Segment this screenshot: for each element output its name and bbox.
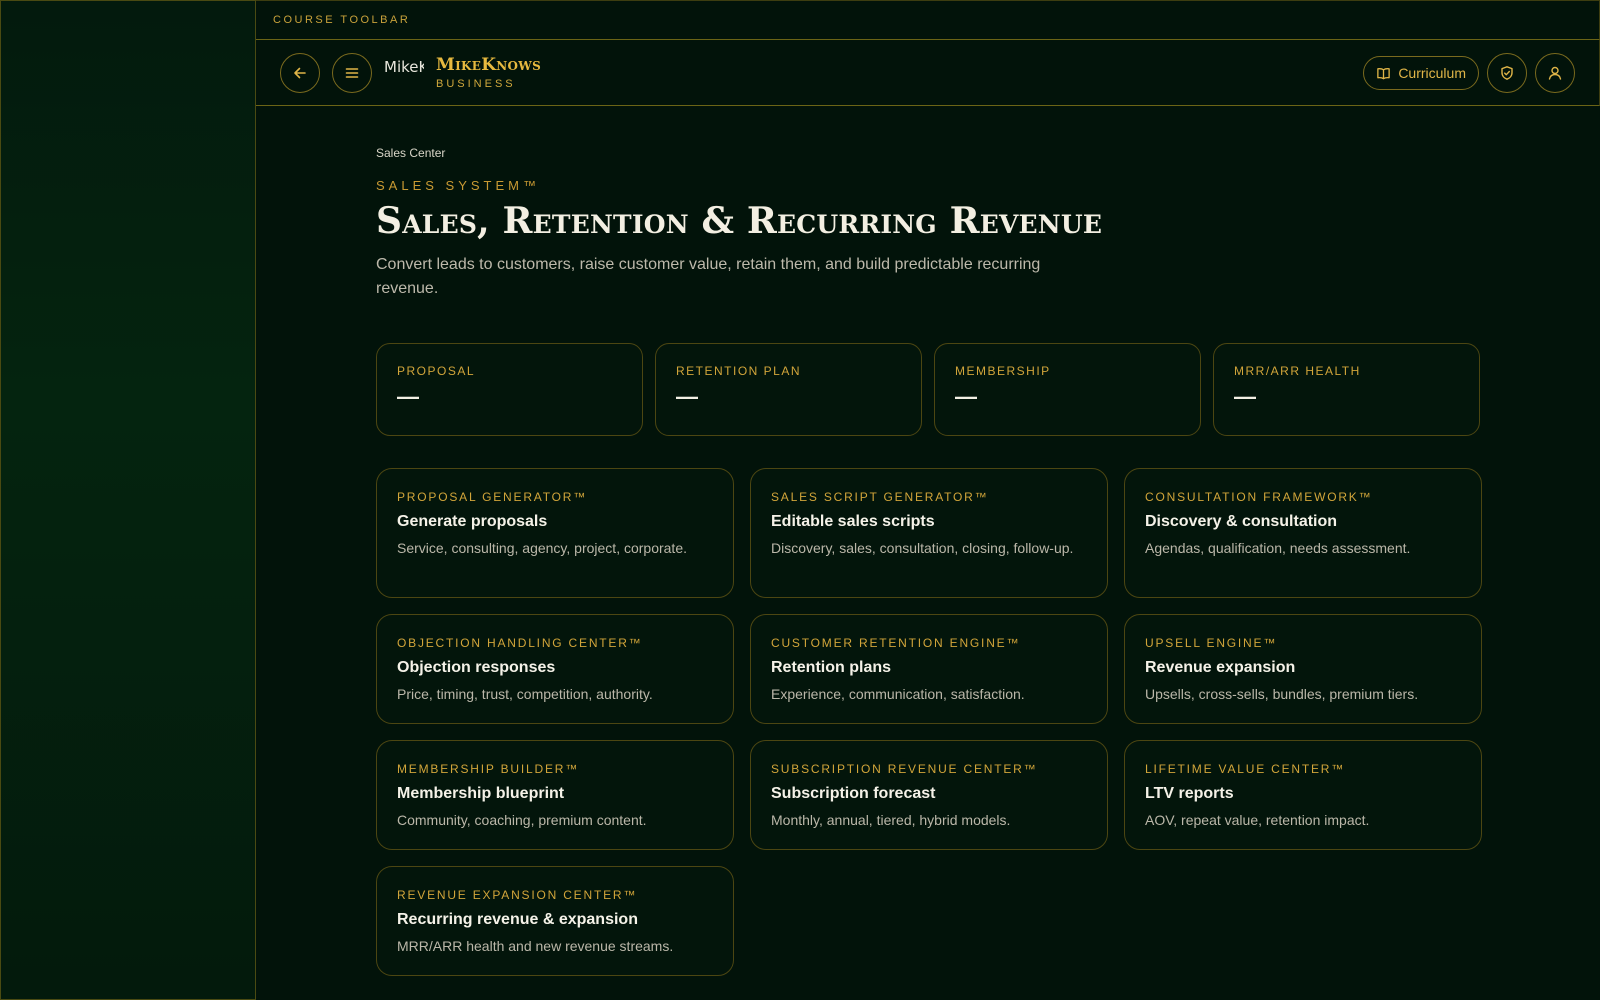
tool-eyebrow: PROPOSAL GENERATOR™ xyxy=(397,490,588,504)
stat-label: MEMBERSHIP xyxy=(955,364,1051,378)
tool-description: Experience, communication, satisfaction. xyxy=(771,686,1025,702)
tool-card-customer-retention-engine[interactable]: CUSTOMER RETENTION ENGINE™ Retention pla… xyxy=(750,614,1108,724)
tool-eyebrow: UPSELL ENGINE™ xyxy=(1145,636,1278,650)
tool-eyebrow: CONSULTATION FRAMEWORK™ xyxy=(1145,490,1373,504)
tool-card-objection-handling-center[interactable]: OBJECTION HANDLING CENTER™ Objection res… xyxy=(376,614,734,724)
stat-card-membership: MEMBERSHIP — xyxy=(934,343,1201,436)
tool-description: Service, consulting, agency, project, co… xyxy=(397,540,688,556)
tool-title: Membership blueprint xyxy=(397,785,565,802)
security-button[interactable] xyxy=(1487,53,1527,93)
stat-value: — xyxy=(397,384,419,409)
sidebar xyxy=(0,0,256,1000)
page-content: Sales Center SALES SYSTEM™ Sales, Retent… xyxy=(376,146,1482,976)
curriculum-button[interactable]: Curriculum xyxy=(1363,56,1479,90)
shield-check-icon xyxy=(1501,66,1513,80)
tool-eyebrow: CUSTOMER RETENTION ENGINE™ xyxy=(771,636,1021,650)
account-button[interactable] xyxy=(1535,53,1575,93)
header-actions: Curriculum xyxy=(1363,53,1575,93)
course-toolbar: COURSE TOOLBAR xyxy=(256,0,1600,40)
tool-description: Discovery, sales, consultation, closing,… xyxy=(771,540,1074,556)
page-eyebrow: SALES SYSTEM™ xyxy=(376,178,540,193)
stat-value: — xyxy=(1234,384,1256,409)
tool-description: Community, coaching, premium content. xyxy=(397,812,647,828)
tool-description: Upsells, cross-sells, bundles, premium t… xyxy=(1145,686,1419,702)
main-area: COURSE TOOLBAR MikeKnows MikeKnows BUSIN… xyxy=(256,0,1600,1000)
tool-title: Retention plans xyxy=(771,659,892,676)
page-description: Convert leads to customers, raise custom… xyxy=(376,256,1041,297)
stat-card-proposal: PROPOSAL — xyxy=(376,343,643,436)
stat-card-retention-plan: RETENTION PLAN — xyxy=(655,343,922,436)
tool-title: Recurring revenue & expansion xyxy=(397,911,638,928)
back-button[interactable] xyxy=(280,52,320,93)
tool-eyebrow: OBJECTION HANDLING CENTER™ xyxy=(397,636,643,650)
user-icon xyxy=(1548,66,1562,80)
tool-description: AOV, repeat value, retention impact. xyxy=(1145,812,1370,828)
tool-card-sales-script-generator[interactable]: SALES SCRIPT GENERATOR™ Editable sales s… xyxy=(750,468,1108,598)
tool-title: Editable sales scripts xyxy=(771,513,935,530)
tool-card-lifetime-value-center[interactable]: LIFETIME VALUE CENTER™ LTV reports AOV, … xyxy=(1124,740,1482,850)
tool-eyebrow: REVENUE EXPANSION CENTER™ xyxy=(397,888,638,902)
book-icon xyxy=(1377,67,1391,79)
stat-label: PROPOSAL xyxy=(397,364,476,378)
tool-description: Agendas, qualification, needs assessment… xyxy=(1145,540,1411,556)
menu-button[interactable] xyxy=(332,52,372,93)
tool-description: Monthly, annual, tiered, hybrid models. xyxy=(771,812,1011,828)
tool-card-membership-builder[interactable]: MEMBERSHIP BUILDER™ Membership blueprint… xyxy=(376,740,734,850)
tool-card-subscription-revenue-center[interactable]: SUBSCRIPTION REVENUE CENTER™ Subscriptio… xyxy=(750,740,1108,850)
tool-eyebrow: MEMBERSHIP BUILDER™ xyxy=(397,762,580,776)
tool-title: Generate proposals xyxy=(397,513,548,530)
tool-title: Revenue expansion xyxy=(1145,659,1296,676)
tool-card-revenue-expansion-center[interactable]: REVENUE EXPANSION CENTER™ Recurring reve… xyxy=(376,866,734,976)
tool-title: LTV reports xyxy=(1145,785,1234,802)
tool-card-consultation-framework[interactable]: CONSULTATION FRAMEWORK™ Discovery & cons… xyxy=(1124,468,1482,598)
brand-name: MikeKnows xyxy=(436,55,542,75)
tool-title: Discovery & consultation xyxy=(1145,513,1338,530)
tool-title: Objection responses xyxy=(397,659,556,676)
tool-eyebrow: LIFETIME VALUE CENTER™ xyxy=(1145,762,1346,776)
stat-card-mrr-arr-health: MRR/ARR HEALTH — xyxy=(1213,343,1480,436)
curriculum-label: Curriculum xyxy=(1398,65,1466,81)
page-title: Sales, Retention & Recurring Revenue xyxy=(376,200,1103,242)
tools-grid: PROPOSAL GENERATOR™ Generate proposals S… xyxy=(376,468,1482,976)
brand[interactable]: MikeKnows BUSINESS xyxy=(436,55,541,90)
menu-icon xyxy=(345,67,359,78)
toolbar-label: COURSE TOOLBAR xyxy=(273,14,411,26)
app-header: MikeKnows MikeKnows BUSINESS Curriculum xyxy=(256,40,1600,106)
tool-description: Price, timing, trust, competition, autho… xyxy=(397,686,653,702)
arrow-left-icon xyxy=(294,67,306,78)
brand-subtitle: BUSINESS xyxy=(436,78,516,90)
tool-eyebrow: SUBSCRIPTION REVENUE CENTER™ xyxy=(771,762,1038,776)
stat-label: RETENTION PLAN xyxy=(676,364,802,378)
tool-card-proposal-generator[interactable]: PROPOSAL GENERATOR™ Generate proposals S… xyxy=(376,468,734,598)
tool-card-upsell-engine[interactable]: UPSELL ENGINE™ Revenue expansion Upsells… xyxy=(1124,614,1482,724)
stats-row: PROPOSAL — RETENTION PLAN — MEMBERSHIP —… xyxy=(376,343,1482,436)
tool-description: MRR/ARR health and new revenue streams. xyxy=(397,938,674,954)
logo-image[interactable]: MikeKnows xyxy=(384,53,424,93)
stat-label: MRR/ARR HEALTH xyxy=(1234,364,1361,378)
stat-value: — xyxy=(676,384,698,409)
tool-title: Subscription forecast xyxy=(771,785,936,802)
stat-value: — xyxy=(955,384,977,409)
tool-eyebrow: SALES SCRIPT GENERATOR™ xyxy=(771,490,989,504)
breadcrumb[interactable]: Sales Center xyxy=(376,146,1482,160)
